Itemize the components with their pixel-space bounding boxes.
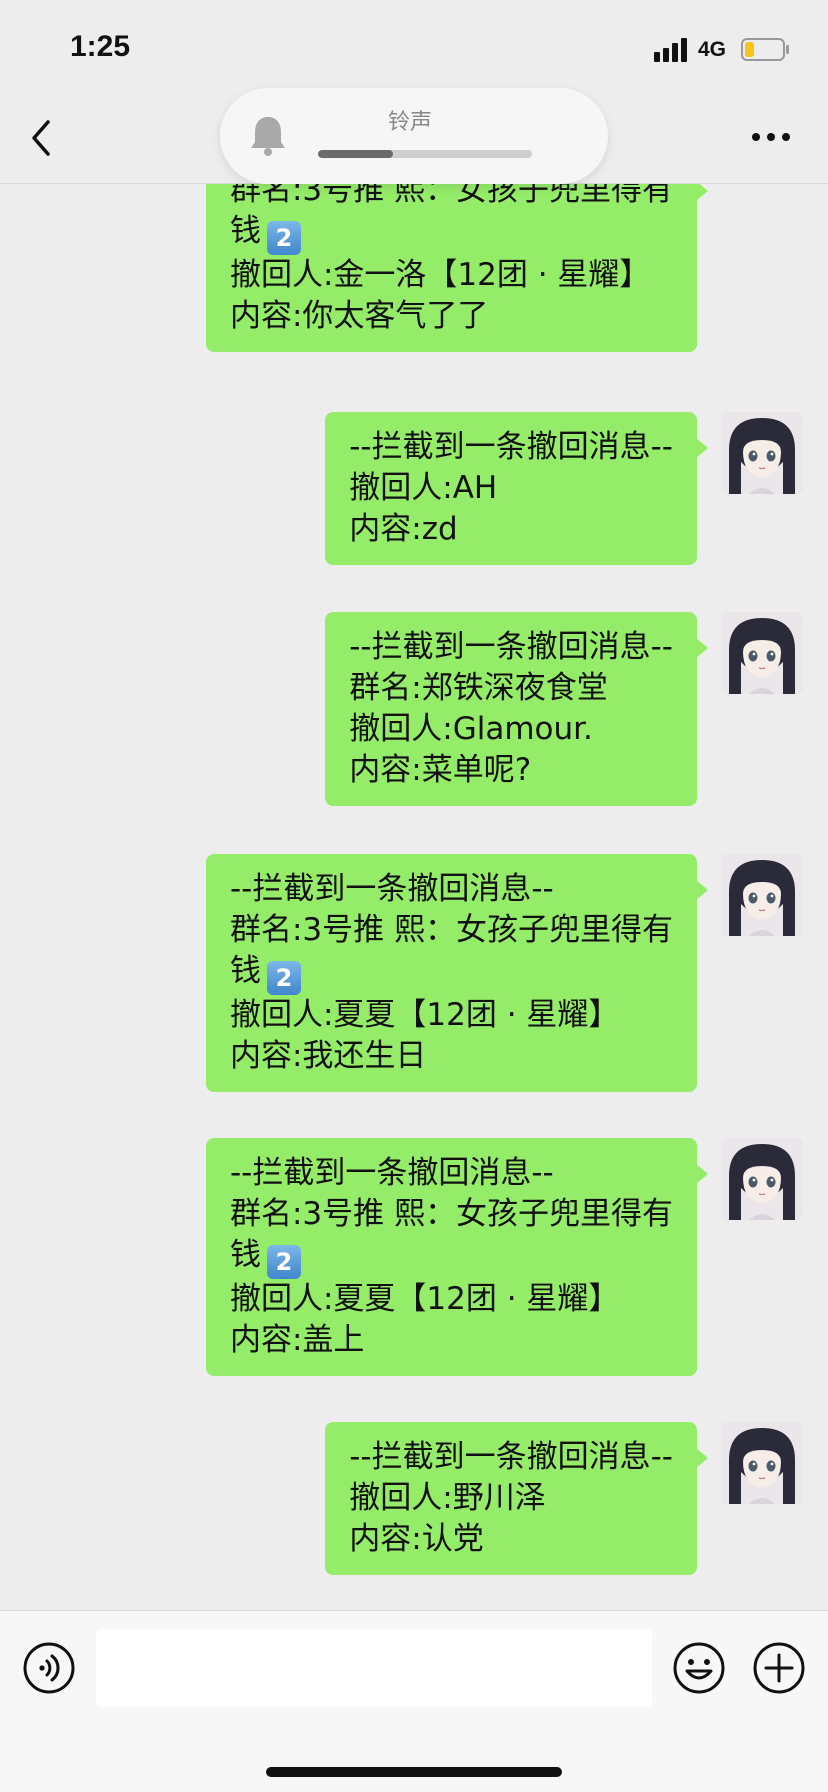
message-bubble[interactable]: --拦截到一条撤回消息-- 群名:3号推 熙：女孩子兜里得有 钱2 撤回人:夏夏… — [205, 1138, 709, 1376]
message-bubble[interactable]: --拦截到一条撤回消息-- 撤回人:AH 内容:zd — [325, 412, 708, 565]
message-line: 撤回人:野川泽 — [349, 1480, 546, 1516]
chat-area[interactable]: 群名:3号推 熙：女孩子兜里得有 钱2 撤回人:金一洛【12团 · 星耀】 内容… — [0, 184, 828, 1610]
message-line: 撤回人:Glamour. — [349, 711, 593, 747]
message-line: --拦截到一条撤回消息-- — [229, 871, 554, 907]
input-bar — [0, 1610, 828, 1792]
ringtone-volume-fill — [318, 150, 393, 158]
status-bar: 1:25 4G — [0, 0, 828, 96]
smiley-icon[interactable] — [672, 1641, 726, 1695]
message-bubble[interactable]: --拦截到一条撤回消息-- 群名:郑铁深夜食堂 撤回人:Glamour. 内容:… — [325, 612, 708, 806]
ringtone-volume-slider[interactable] — [318, 150, 532, 158]
message-line: 内容:你太客气了了 — [229, 298, 489, 334]
status-time: 1:25 — [70, 30, 131, 63]
home-indicator — [266, 1767, 562, 1777]
message-line: 撤回人:夏夏【12团 · 星耀】 — [229, 997, 620, 1033]
message-bubble[interactable]: --拦截到一条撤回消息-- 群名:3号推 熙：女孩子兜里得有 钱2 撤回人:夏夏… — [205, 854, 709, 1092]
message-line: 内容:zd — [349, 511, 458, 547]
avatar[interactable] — [721, 1138, 803, 1220]
chevron-left-icon[interactable] — [28, 118, 58, 158]
avatar[interactable] — [721, 412, 803, 494]
message-line: 内容:认党 — [349, 1521, 484, 1557]
avatar[interactable] — [721, 1422, 803, 1504]
message-line: 群名:3号推 熙：女孩子兜里得有 — [229, 912, 673, 948]
more-dots-icon[interactable] — [750, 130, 792, 144]
message-line: 钱2 — [230, 211, 673, 255]
message-line: 内容:我还生日 — [229, 1038, 427, 1074]
message-line: --拦截到一条撤回消息-- — [229, 1155, 554, 1191]
bell-icon — [251, 117, 285, 156]
message-line: 群名:郑铁深夜食堂 — [349, 670, 608, 706]
message-line: 撤回人:金一洛【12团 · 星耀】 — [229, 257, 651, 293]
message-input[interactable] — [96, 1629, 652, 1707]
message-bubble[interactable]: --拦截到一条撤回消息-- 撤回人:野川泽 内容:认党 — [325, 1422, 708, 1575]
avatar[interactable] — [721, 612, 803, 694]
message-line: 钱2 — [230, 951, 673, 995]
message-line: 内容:盖上 — [229, 1322, 365, 1358]
message-line: 群名:3号推 熙：女孩子兜里得有 — [229, 1196, 673, 1232]
keycap-two-emoji: 2 — [266, 221, 301, 255]
message-bubble[interactable]: 群名:3号推 熙：女孩子兜里得有 钱2 撤回人:金一洛【12团 · 星耀】 内容… — [205, 184, 709, 352]
message-line: --拦截到一条撤回消息-- — [349, 1439, 673, 1475]
ringtone-label: 铃声 — [388, 110, 433, 135]
battery-icon — [741, 38, 789, 61]
voice-icon[interactable] — [22, 1641, 76, 1695]
ringtone-control[interactable]: 铃声 — [220, 88, 608, 184]
message-line: 内容:菜单呢? — [349, 752, 532, 788]
avatar[interactable] — [721, 854, 803, 936]
message-line: 撤回人:AH — [349, 470, 498, 506]
keycap-two-emoji: 2 — [266, 961, 301, 995]
keycap-two-emoji: 2 — [266, 1245, 301, 1279]
plus-icon[interactable] — [752, 1641, 806, 1695]
message-line: --拦截到一条撤回消息-- — [349, 629, 673, 665]
message-line: 群名:3号推 熙：女孩子兜里得有 — [229, 184, 673, 208]
message-line: 钱2 — [230, 1235, 673, 1279]
message-line: --拦截到一条撤回消息-- — [349, 429, 673, 465]
signal-icon — [654, 38, 687, 62]
network-label: 4G — [698, 38, 727, 61]
message-line: 撤回人:夏夏【12团 · 星耀】 — [229, 1281, 620, 1317]
